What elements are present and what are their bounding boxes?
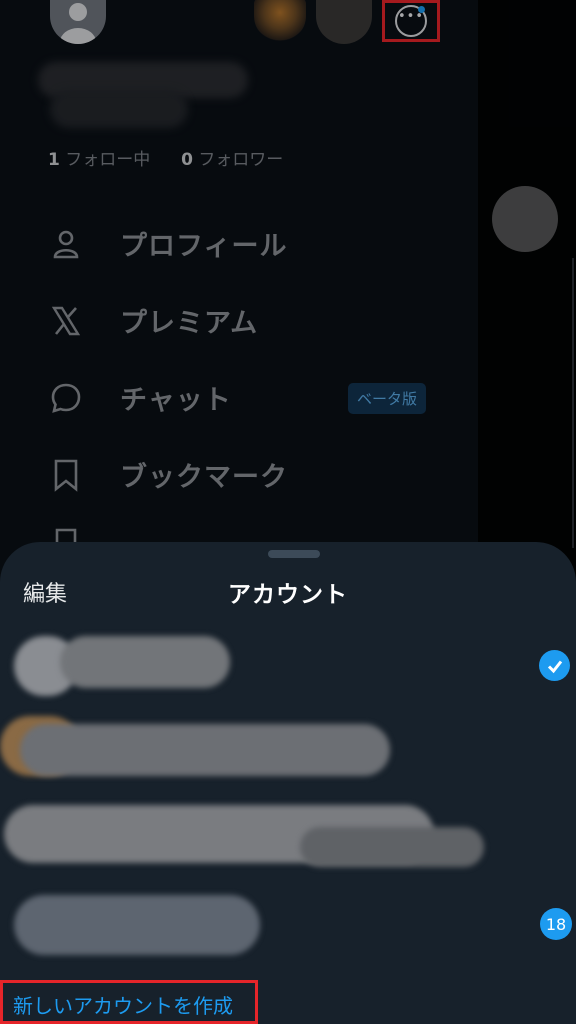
- account-row[interactable]: [0, 797, 576, 877]
- create-new-account-button[interactable]: 新しいアカウントを作成: [0, 980, 258, 1024]
- account-row[interactable]: [0, 710, 576, 790]
- blurred-account-name: [20, 724, 390, 776]
- blurred-account-name: [14, 895, 260, 955]
- notification-count-badge: 18: [540, 908, 572, 940]
- sheet-grabber[interactable]: [268, 550, 320, 558]
- screen: ••• 1 フォロー中 0 フォロワー プロフィール プレミアム チャット ベー…: [0, 0, 576, 1024]
- blurred-account-name: [60, 636, 230, 688]
- account-sheet: 編集 アカウント 18 新しいアカウントを作成: [0, 542, 576, 1024]
- checkmark-icon: [539, 650, 570, 681]
- account-row[interactable]: [0, 628, 576, 708]
- account-row[interactable]: [0, 887, 576, 967]
- sheet-title: アカウント: [228, 582, 348, 608]
- create-account-label: 新しいアカウントを作成: [13, 994, 233, 1018]
